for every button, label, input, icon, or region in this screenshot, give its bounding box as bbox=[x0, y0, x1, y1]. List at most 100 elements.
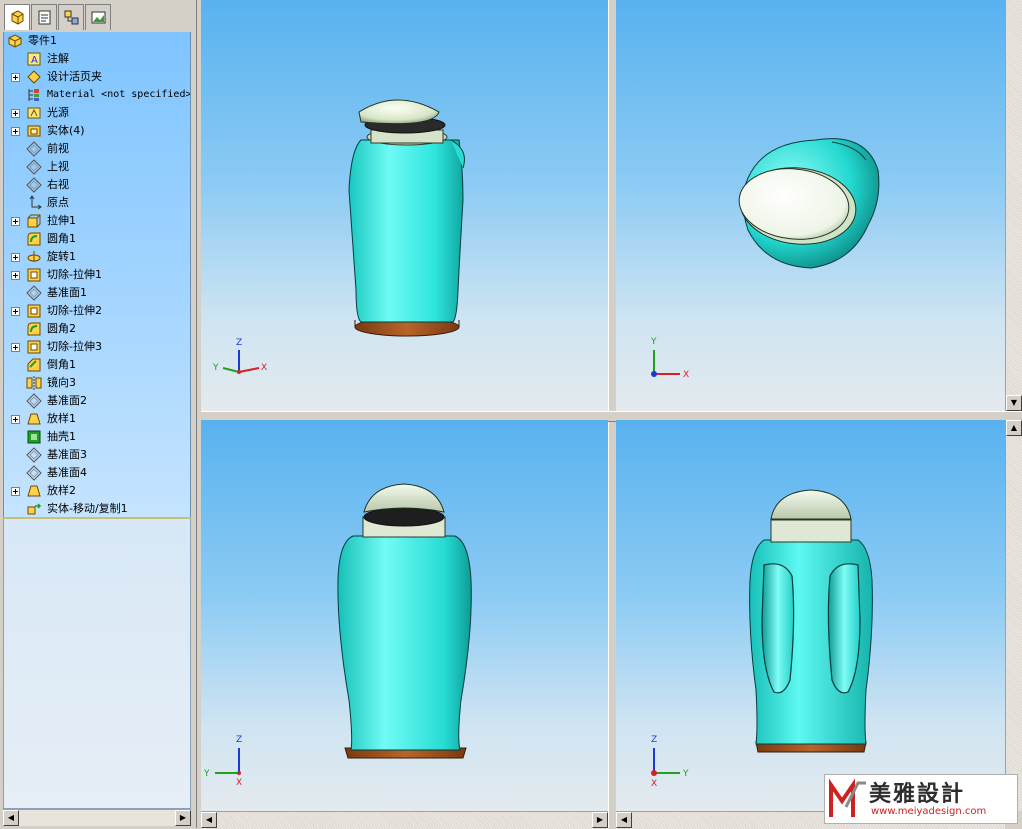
svg-text:X: X bbox=[236, 778, 242, 788]
tree-item[interactable]: 抽壳1 bbox=[4, 428, 190, 446]
tree-item[interactable]: 实体-移动/复制1 bbox=[4, 500, 190, 517]
logo-url: www.meiyadesign.com bbox=[871, 806, 987, 817]
tree-item[interactable]: 基准面1 bbox=[4, 284, 190, 302]
tree-item[interactable]: 设计活页夹 bbox=[4, 68, 190, 86]
tree-item-label: Material <not specified> bbox=[47, 89, 191, 100]
expand-toggle-icon[interactable] bbox=[11, 271, 20, 280]
cut-extrude-icon bbox=[27, 304, 41, 318]
tree-item[interactable]: 上视 bbox=[4, 158, 190, 176]
plane-icon bbox=[26, 447, 42, 463]
tree-item-label: 设计活页夹 bbox=[47, 70, 102, 83]
tree-item-label: 原点 bbox=[47, 196, 69, 209]
tree-item[interactable]: A 注解 bbox=[4, 50, 190, 68]
viewport-right-vertical-scrollbar[interactable]: ▲ bbox=[1005, 420, 1022, 811]
fillet-icon bbox=[27, 232, 41, 246]
tree-item[interactable]: 镜向3 bbox=[4, 374, 190, 392]
scroll-left-arrow-icon[interactable]: ◀ bbox=[201, 812, 217, 828]
tree-item[interactable]: 切除-拉伸3 bbox=[4, 338, 190, 356]
part-icon bbox=[8, 34, 22, 48]
bottle-model-front: Z Y X bbox=[203, 483, 472, 788]
bottle-model-top: Y X bbox=[650, 138, 880, 380]
tree-item[interactable]: 切除-拉伸1 bbox=[4, 266, 190, 284]
tab-feature-manager[interactable] bbox=[4, 4, 30, 30]
tree-item[interactable]: 右视 bbox=[4, 176, 190, 194]
tree-item-label: 实体(4) bbox=[47, 124, 85, 137]
svg-text:A: A bbox=[31, 55, 38, 66]
tree-item-label: 圆角2 bbox=[47, 322, 76, 335]
tree-item[interactable]: 实体(4) bbox=[4, 122, 190, 140]
viewport-isometric[interactable]: Z X Y bbox=[201, 0, 608, 411]
expand-toggle-icon[interactable] bbox=[11, 415, 20, 424]
tree-item[interactable]: 旋转1 bbox=[4, 248, 190, 266]
solid-bodies-icon bbox=[27, 125, 41, 137]
feature-tree-horizontal-scrollbar[interactable]: ◀ ▶ bbox=[3, 809, 191, 826]
plane-icon bbox=[26, 393, 42, 409]
axis-triad-front: Z Y X bbox=[203, 735, 242, 788]
expand-toggle-icon[interactable] bbox=[11, 217, 20, 226]
axis-triad-isometric: Z X Y bbox=[212, 338, 267, 374]
tree-item-label: 注解 bbox=[47, 52, 69, 65]
axis-triad-top: Y X bbox=[650, 337, 689, 380]
bottle-model-right: Z Y X bbox=[651, 489, 873, 789]
tab-property-manager[interactable] bbox=[31, 4, 57, 30]
expand-toggle-icon[interactable] bbox=[11, 109, 20, 118]
viewport-top[interactable]: Y X bbox=[616, 0, 1005, 411]
scroll-down-arrow-icon[interactable]: ▼ bbox=[1006, 395, 1022, 411]
tree-item-label: 切除-拉伸3 bbox=[47, 340, 102, 353]
feature-tree-empty-area bbox=[3, 517, 191, 809]
cut-extrude-icon bbox=[27, 268, 41, 282]
tree-item[interactable]: 前视 bbox=[4, 140, 190, 158]
tree-item[interactable]: 放样1 bbox=[4, 410, 190, 428]
tree-item[interactable]: 基准面3 bbox=[4, 446, 190, 464]
chamfer-icon bbox=[27, 358, 41, 372]
logo-text: 美雅設計 bbox=[869, 782, 966, 807]
tree-item[interactable]: 拉伸1 bbox=[4, 212, 190, 230]
tree-root-part[interactable]: 零件1 bbox=[4, 32, 190, 50]
expand-toggle-icon[interactable] bbox=[11, 343, 20, 352]
expand-toggle-icon[interactable] bbox=[11, 253, 20, 262]
tree-item[interactable]: 基准面2 bbox=[4, 392, 190, 410]
tree-item[interactable]: 切除-拉伸2 bbox=[4, 302, 190, 320]
tab-configuration-manager[interactable] bbox=[58, 4, 84, 30]
tab-display-manager[interactable] bbox=[85, 4, 111, 30]
viewport-right[interactable]: Z Y X bbox=[616, 420, 1005, 811]
tree-item-label: 圆角1 bbox=[47, 232, 76, 245]
tree-item-label: 右视 bbox=[47, 178, 69, 191]
annotation-icon: A bbox=[27, 52, 41, 66]
scroll-up-arrow-icon[interactable]: ▲ bbox=[1006, 420, 1022, 436]
scroll-left-arrow-icon[interactable]: ◀ bbox=[616, 812, 632, 828]
design-binder-icon bbox=[27, 70, 41, 84]
display-manager-icon bbox=[91, 11, 106, 24]
plane-icon bbox=[26, 465, 42, 481]
viewport-front[interactable]: Z Y X bbox=[201, 420, 608, 811]
feature-manager-panel: 零件1 A 注解设计活页夹 Material <not specified> 光源实体… bbox=[0, 0, 196, 828]
tree-item[interactable]: 光源 bbox=[4, 104, 190, 122]
loft-icon bbox=[27, 485, 41, 497]
tree-item[interactable]: 基准面4 bbox=[4, 464, 190, 482]
lights-icon bbox=[27, 107, 41, 119]
expand-toggle-icon[interactable] bbox=[11, 73, 20, 82]
plane-icon bbox=[26, 159, 42, 175]
plane-icon bbox=[26, 177, 42, 193]
scroll-right-arrow-icon[interactable]: ▶ bbox=[592, 812, 608, 828]
expand-toggle-icon[interactable] bbox=[11, 307, 20, 316]
loft-icon bbox=[27, 413, 41, 425]
scroll-right-arrow-icon[interactable]: ▶ bbox=[175, 810, 191, 826]
svg-text:Z: Z bbox=[236, 338, 242, 348]
tree-item[interactable]: 圆角2 bbox=[4, 320, 190, 338]
plane-icon bbox=[26, 141, 42, 157]
tree-item-label: 基准面4 bbox=[47, 466, 87, 479]
tree-item-label: 倒角1 bbox=[47, 358, 76, 371]
viewport-top-vertical-scrollbar[interactable]: ▼ bbox=[1005, 0, 1022, 411]
tree-item[interactable]: 倒角1 bbox=[4, 356, 190, 374]
tree-item[interactable]: 放样2 bbox=[4, 482, 190, 500]
viewport-front-horizontal-scrollbar[interactable]: ◀ ▶ bbox=[201, 811, 608, 829]
tree-item[interactable]: Material <not specified> bbox=[4, 86, 190, 104]
scroll-left-arrow-icon[interactable]: ◀ bbox=[3, 810, 19, 826]
expand-toggle-icon[interactable] bbox=[11, 487, 20, 496]
expand-toggle-icon[interactable] bbox=[11, 127, 20, 136]
tree-item[interactable]: 圆角1 bbox=[4, 230, 190, 248]
tree-item-label: 切除-拉伸2 bbox=[47, 304, 102, 317]
bottle-model-isometric: Z X Y bbox=[212, 99, 465, 374]
tree-item[interactable]: 原点 bbox=[4, 194, 190, 212]
